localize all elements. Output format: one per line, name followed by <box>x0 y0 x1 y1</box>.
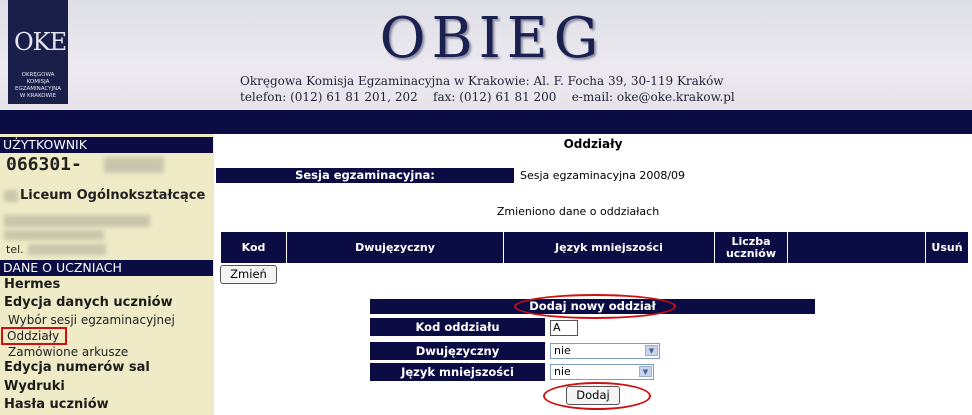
user-header: UŻYTKOWNIK <box>0 137 213 153</box>
school-prefix-redacted <box>4 190 18 202</box>
school-name: Liceum Ogólnokształcące <box>20 188 206 203</box>
col-jezyk-mniejszosci: Język mniejszości <box>504 232 715 263</box>
code-input[interactable]: A <box>550 320 578 336</box>
sidebar-item-edycja-danych[interactable]: Edycja danych uczniów <box>4 295 173 310</box>
header-bar <box>0 110 972 134</box>
session-label: Sesja egzaminacyjna: <box>216 168 514 183</box>
col-empty <box>788 232 926 263</box>
oddzialy-highlight <box>1 327 67 345</box>
col-liczba-uczniow: Liczba uczniów <box>715 232 788 263</box>
sidebar-item-hasla[interactable]: Hasła uczniów <box>4 397 109 412</box>
sidebar-item-wydruki[interactable]: Wydruki <box>4 379 65 394</box>
tel-redacted <box>28 244 106 255</box>
section-header-dane: DANE O UCZNIACH <box>0 260 213 276</box>
chevron-down-icon[interactable]: ▼ <box>639 366 652 377</box>
session-value: Sesja egzaminacyjna 2008/09 <box>520 169 686 182</box>
logo-text: OKE <box>14 28 67 56</box>
minority-label: Język mniejszości <box>370 363 545 381</box>
col-dwujezyczny: Dwujęzyczny <box>287 232 504 263</box>
header-contact: telefon: (012) 61 81 201, 202 fax: (012)… <box>240 90 735 104</box>
user-code: 066301- <box>6 154 82 175</box>
tel-label: tel. <box>6 243 24 256</box>
user-code-redacted <box>104 157 164 173</box>
add-button-highlight <box>543 382 651 410</box>
address-redacted-1 <box>4 215 150 227</box>
add-header-highlight <box>514 294 676 319</box>
col-usun: Usuń <box>926 232 968 263</box>
sidebar-item-edycja-sal[interactable]: Edycja numerów sal <box>4 360 150 375</box>
col-kod: Kod <box>221 232 287 263</box>
sidebar-item-wybor-sesji[interactable]: Wybór sesji egzaminacyjnej <box>8 313 175 327</box>
bilingual-select-value: nie <box>554 344 571 357</box>
chevron-down-icon[interactable]: ▼ <box>645 345 658 356</box>
app-title: OBIEG <box>379 6 605 71</box>
logo-subtitle: OKRĘGOWA KOMISJA EGZAMINACYJNA W KRAKOWI… <box>14 72 62 99</box>
minority-select[interactable]: nie ▼ <box>550 364 654 380</box>
sidebar-item-zamowione[interactable]: Zamówione arkusze <box>8 345 128 359</box>
header-address: Okręgowa Komisja Egzaminacyjna w Krakowi… <box>240 74 724 88</box>
minority-select-value: nie <box>554 365 571 378</box>
bilingual-select[interactable]: nie ▼ <box>550 343 660 359</box>
status-message: Zmieniono dane o oddziałach <box>496 205 660 218</box>
code-label: Kod oddziału <box>370 318 545 336</box>
address-redacted-2 <box>4 230 104 240</box>
page-title: Oddziały <box>563 137 623 151</box>
sidebar-item-hermes[interactable]: Hermes <box>4 277 60 292</box>
bilingual-label: Dwujęzyczny <box>370 342 545 360</box>
change-button[interactable]: Zmień <box>220 265 277 284</box>
